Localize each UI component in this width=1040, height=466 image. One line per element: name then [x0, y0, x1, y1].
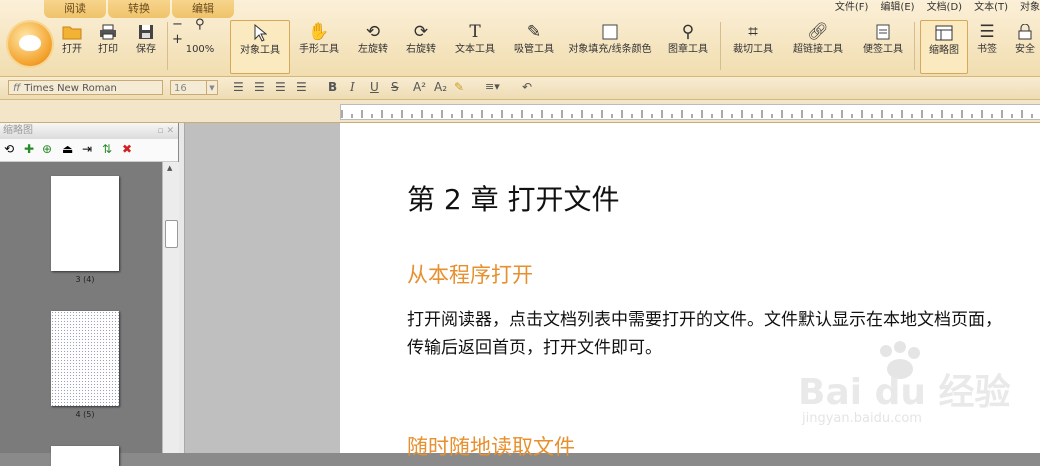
watermark-url: jingyan.baidu.com: [802, 411, 922, 426]
horizontal-ruler: [0, 100, 1040, 123]
panel-close-icon[interactable]: ▫ ✕: [157, 123, 174, 139]
rotate-left-icon: ⟲: [365, 22, 381, 42]
app-logo[interactable]: [8, 22, 52, 66]
open-button[interactable]: 打开: [58, 20, 86, 72]
panel-header: 缩略图 ▫ ✕: [0, 123, 178, 139]
menu-file[interactable]: 文件(F): [835, 0, 869, 18]
printer-icon: [99, 20, 117, 44]
watermark-brand: Bai du 经验: [798, 372, 1011, 413]
menu-edit[interactable]: 编辑(E): [880, 0, 914, 18]
zoom-icon: − ⚲ +: [172, 17, 209, 47]
align-right-icon[interactable]: ☰: [275, 80, 286, 94]
section-heading: 从本程序打开: [407, 263, 533, 287]
export-page-icon[interactable]: ⇥: [82, 142, 92, 156]
print-button[interactable]: 打印: [94, 20, 122, 72]
thumbnail-page[interactable]: [51, 311, 119, 406]
sticky-note-icon: [876, 20, 890, 44]
menu-object[interactable]: 对象: [1020, 0, 1040, 18]
stamp-tool-button[interactable]: ⚲ 图章工具: [662, 20, 714, 72]
thumbnail-view-button[interactable]: 缩略图: [920, 20, 968, 74]
thumbnail-label: 4 (5): [75, 410, 95, 419]
add-page-icon[interactable]: ✚: [24, 142, 34, 156]
hand-tool-button[interactable]: ✋ 手形工具: [294, 20, 344, 72]
stamp-icon: ⚲: [681, 22, 695, 42]
menu-document[interactable]: 文档(D): [927, 0, 963, 18]
scroll-up-icon[interactable]: ▲: [167, 164, 172, 172]
menu-text[interactable]: 文本(T): [974, 0, 1008, 18]
extract-page-icon[interactable]: ⏏: [62, 142, 73, 156]
tab-convert[interactable]: 转换: [108, 0, 170, 18]
eyedropper-icon: ✎: [526, 22, 542, 42]
text-t-icon: T: [469, 22, 481, 42]
rotate-page-icon[interactable]: ⟲: [4, 142, 14, 156]
ribbon: 阅读 转换 编辑 文件(F) 编辑(E) 文档(D) 文本(T) 对象 打开 打…: [0, 0, 1040, 77]
hand-icon: ✋: [308, 22, 330, 42]
rotate-right-icon: ⟳: [413, 22, 429, 42]
align-center-icon[interactable]: ☰: [254, 80, 265, 94]
delete-page-icon[interactable]: ✖: [122, 142, 132, 156]
scrollbar-thumb[interactable]: [165, 220, 178, 248]
folder-icon: [62, 20, 82, 44]
floppy-disk-icon: [138, 20, 154, 44]
italic-icon[interactable]: I: [350, 80, 355, 94]
menu-bar: 文件(F) 编辑(E) 文档(D) 文本(T) 对象: [823, 0, 1040, 18]
rotate-right-button[interactable]: ⟳ 右旋转: [400, 20, 442, 72]
line-spacing-icon[interactable]: ≡▾: [485, 80, 500, 93]
fill-tool-button[interactable]: 对象填充/线条颜色: [566, 20, 654, 72]
chevron-down-icon: ▼: [206, 81, 217, 94]
canvas-margin: [185, 123, 340, 453]
superscript-icon[interactable]: A²: [413, 80, 426, 94]
font-icon: ff: [13, 83, 21, 94]
ruler-ticks: [341, 110, 1033, 118]
font-size-select[interactable]: 16 ▼: [170, 80, 218, 95]
format-toolbar: ff Times New Roman 16 ▼ ☰ ☰ ☰ ☰ B I U S A²…: [0, 77, 1040, 100]
chapter-heading: 第 2 章 打开文件: [407, 183, 620, 216]
undo-icon[interactable]: ↶: [522, 80, 532, 94]
highlight-icon[interactable]: ✎: [454, 80, 464, 94]
tab-edit[interactable]: 编辑: [172, 0, 234, 18]
align-left-icon[interactable]: ☰: [233, 80, 244, 94]
thumbnail-page[interactable]: [51, 176, 119, 271]
crop-tool-button[interactable]: ⌗ 裁切工具: [728, 20, 778, 72]
rotate-left-button[interactable]: ⟲ 左旋转: [352, 20, 394, 72]
square-fill-icon: [602, 20, 618, 44]
section-heading: 随时随地读取文件: [407, 435, 575, 459]
thumbnail-panel-icon: [935, 21, 953, 45]
insert-page-icon[interactable]: ⊕: [42, 142, 52, 156]
lock-icon: [1017, 20, 1033, 44]
thumbnail-label: 3 (4): [75, 275, 95, 284]
subscript-icon[interactable]: A₂: [434, 80, 447, 94]
cursor-arrow-icon: [253, 21, 267, 45]
thumbnail-list: 3 (4) 4 (5): [0, 162, 162, 466]
replace-page-icon[interactable]: ⇅: [102, 142, 112, 156]
thumbnail-scrollbar[interactable]: ▲: [162, 162, 179, 453]
zoom-control[interactable]: − ⚲ + 100%: [172, 17, 228, 72]
thumbnail-panel: 缩略图 ▫ ✕ ⟲ ✚ ⊕ ⏏ ⇥ ⇅ ✖ 3 (4) 4 (5) ▲: [0, 123, 179, 466]
panel-title: 缩略图: [3, 125, 33, 136]
tab-read[interactable]: 阅读: [44, 0, 106, 18]
note-tool-button[interactable]: 便签工具: [858, 20, 908, 72]
save-button[interactable]: 保存: [132, 20, 160, 72]
eyedropper-tool-button[interactable]: ✎ 吸管工具: [508, 20, 560, 72]
document-page: 第 2 章 打开文件 从本程序打开 打开阅读器，点击文档列表中需要打开的文件。文…: [340, 123, 1040, 459]
hyperlink-tool-button[interactable]: 🔗︎ 超链接工具: [786, 20, 850, 72]
bookmark-list-icon: ☰: [979, 22, 995, 42]
bold-icon[interactable]: B: [328, 80, 337, 94]
link-chain-icon: 🔗︎: [807, 22, 829, 42]
ribbon-tabs: 阅读 转换 编辑: [44, 0, 236, 18]
strikethrough-icon[interactable]: S: [391, 80, 399, 94]
baidu-watermark: Bai du 经验 jingyan.baidu.com: [798, 341, 1011, 431]
crop-icon: ⌗: [748, 22, 758, 42]
panel-toolbar: ⟲ ✚ ⊕ ⏏ ⇥ ⇅ ✖: [0, 139, 178, 162]
underline-icon[interactable]: U: [370, 80, 379, 94]
object-tool-button[interactable]: 对象工具: [230, 20, 290, 74]
bookmark-button[interactable]: ☰ 书签: [972, 20, 1002, 72]
text-tool-button[interactable]: T 文本工具: [450, 20, 500, 72]
thumbnail-page[interactable]: [51, 446, 119, 466]
security-button[interactable]: 安全: [1010, 20, 1040, 72]
justify-icon[interactable]: ☰: [296, 80, 307, 94]
font-family-select[interactable]: ff Times New Roman: [8, 80, 163, 95]
